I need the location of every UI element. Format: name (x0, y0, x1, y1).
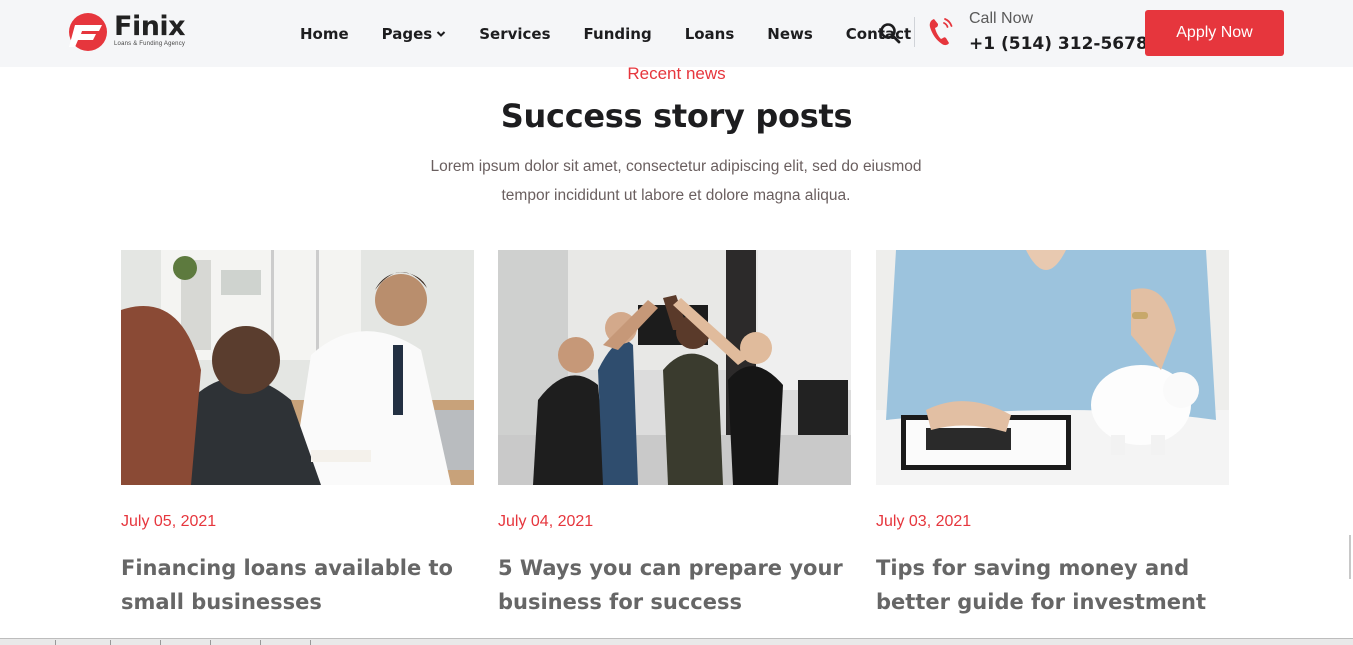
nav-funding[interactable]: Funding (584, 25, 652, 43)
post-image-team-high-five[interactable] (498, 250, 851, 485)
post-date: July 05, 2021 (121, 513, 217, 530)
chevron-down-icon (437, 30, 446, 37)
logo-text: Finix Loans & Funding Agency (114, 11, 186, 48)
post-title-line-2: small businesses (121, 590, 322, 614)
call-now-label: Call Now (969, 10, 1034, 27)
taskbar-divider (210, 640, 211, 645)
nav-pages[interactable]: Pages (382, 25, 447, 43)
logo-name: Finix (114, 11, 186, 42)
site-header: Finix Loans & Funding Agency Home Pages … (0, 0, 1353, 67)
nav-services[interactable]: Services (479, 25, 550, 43)
taskbar-divider (110, 640, 111, 645)
post-title-line-1: Financing loans available to (121, 556, 453, 580)
post-title-line-2: business for success (498, 590, 743, 614)
logo[interactable]: Finix Loans & Funding Agency (66, 11, 186, 52)
apply-now-button[interactable]: Apply Now (1145, 10, 1284, 56)
taskbar-divider (310, 640, 311, 645)
section-eyebrow: Recent news (627, 64, 726, 83)
taskbar-divider (260, 640, 261, 645)
nav-home[interactable]: Home (300, 25, 349, 43)
section-title: Success story posts (500, 97, 853, 135)
header-divider (914, 17, 915, 47)
post-card: July 03, 2021 Tips for saving money and … (876, 250, 1229, 619)
post-image-office-meeting[interactable] (121, 250, 474, 485)
post-card: July 05, 2021 Financing loans available … (121, 250, 474, 619)
nav-pages-label: Pages (381, 24, 433, 43)
post-title[interactable]: Tips for saving money and better guide f… (876, 551, 1229, 619)
taskbar-divider (160, 640, 161, 645)
description-line-2: tempor incididunt ut labore et dolore ma… (501, 187, 851, 204)
call-number[interactable]: +1 (514) 312-5678 (969, 34, 1148, 54)
taskbar-divider (55, 640, 56, 645)
post-title-line-2: better guide for investment (876, 590, 1206, 614)
section-description: Lorem ipsum dolor sit amet, consectetur … (376, 152, 976, 210)
logo-tagline: Loans & Funding Agency (114, 41, 186, 47)
taskbar-strip (0, 638, 1353, 645)
post-title-line-1: Tips for saving money and (876, 556, 1190, 580)
nav-loans[interactable]: Loans (685, 25, 735, 43)
search-icon[interactable] (879, 22, 901, 44)
main-nav: Home Pages Services Funding Loans News C… (300, 0, 911, 67)
phone-icon (929, 18, 953, 46)
post-card: July 04, 2021 5 Ways you can prepare you… (498, 250, 851, 619)
post-date: July 04, 2021 (498, 513, 594, 530)
description-line-1: Lorem ipsum dolor sit amet, consectetur … (430, 158, 922, 175)
post-title-line-1: 5 Ways you can prepare your (498, 556, 843, 580)
logo-mark-icon (69, 13, 107, 51)
post-title[interactable]: 5 Ways you can prepare your business for… (498, 551, 851, 619)
post-title[interactable]: Financing loans available to small busin… (121, 551, 474, 619)
nav-news[interactable]: News (767, 25, 813, 43)
scrollbar-thumb[interactable] (1349, 535, 1351, 579)
post-image-piggy-bank[interactable] (876, 250, 1229, 485)
post-date: July 03, 2021 (876, 513, 972, 530)
